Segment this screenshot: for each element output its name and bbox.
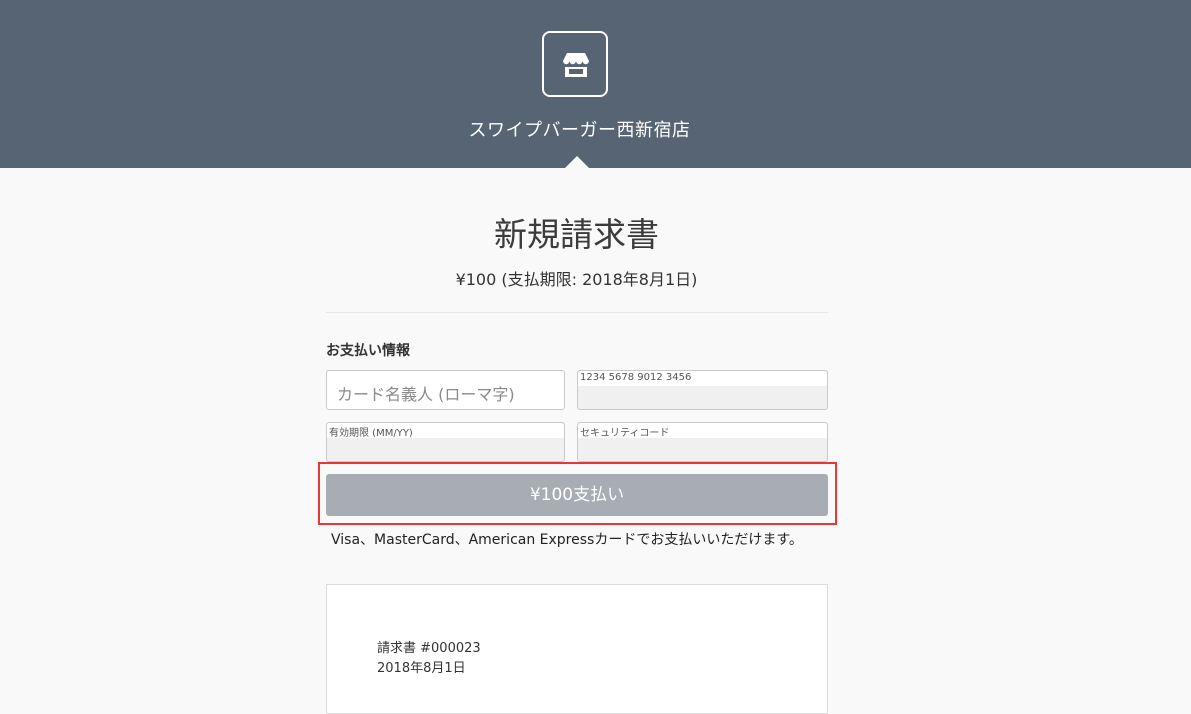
- highlight-box: [318, 462, 837, 525]
- invoice-number: 請求書 #000023: [377, 641, 481, 656]
- security-code-input[interactable]: セキュリティコード: [577, 422, 828, 462]
- expiry-date-placeholder: 有効期限 (MM/YY): [329, 428, 413, 439]
- store-header: スワイプバーガー西新宿店: [0, 0, 1191, 168]
- cardholder-name-input[interactable]: カード名義人 (ローマ字): [326, 370, 565, 410]
- invoice-date: 2018年8月1日: [377, 661, 466, 676]
- card-number-input[interactable]: 1234 5678 9012 3456: [577, 370, 828, 410]
- invoice-details-card: 請求書 #000023 2018年8月1日: [326, 584, 828, 714]
- expiry-date-input[interactable]: 有効期限 (MM/YY): [326, 422, 565, 462]
- invoice-title: 新規請求書: [494, 215, 659, 254]
- payment-section-label: お支払い情報: [326, 343, 410, 359]
- store-icon: [542, 31, 608, 97]
- invoice-summary: ¥100 (支払期限: 2018年8月1日): [455, 270, 698, 289]
- store-name: スワイプバーガー西新宿店: [468, 120, 691, 141]
- divider: [326, 312, 828, 313]
- cardholder-name-placeholder: カード名義人 (ローマ字): [337, 385, 515, 404]
- security-code-placeholder: セキュリティコード: [580, 428, 670, 439]
- card-number-placeholder: 1234 5678 9012 3456: [580, 372, 692, 383]
- header-notch: [565, 156, 589, 168]
- accepted-cards-note: Visa、MasterCard、American Expressカードでお支払い…: [331, 532, 803, 548]
